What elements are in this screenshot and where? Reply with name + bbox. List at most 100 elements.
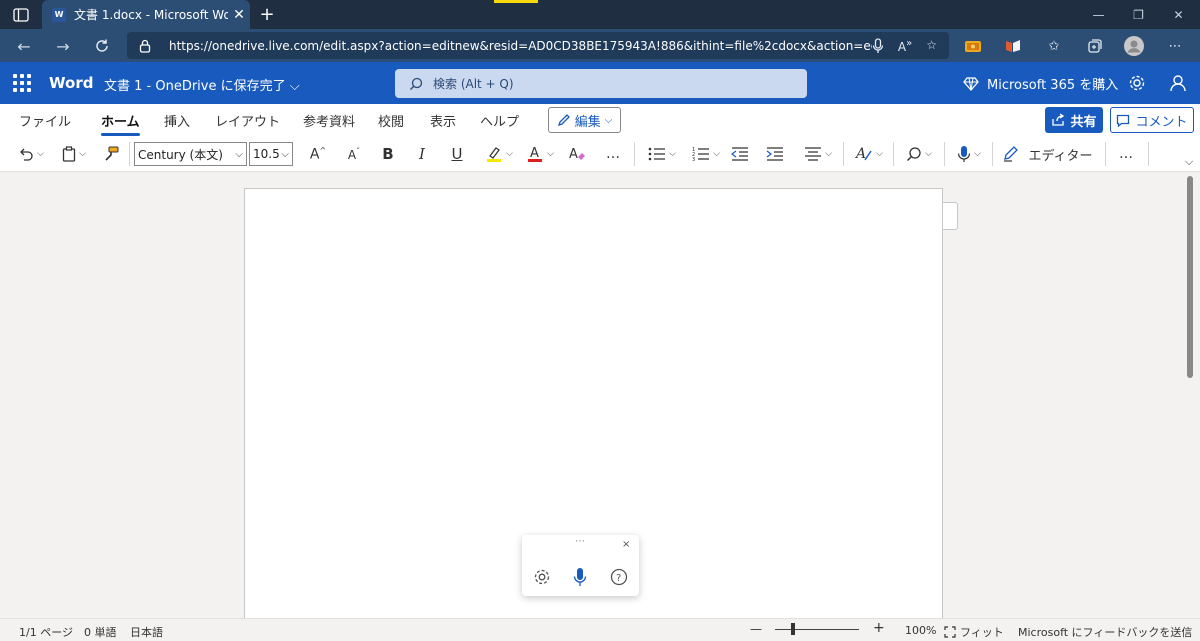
minimize-icon[interactable]: —	[1076, 0, 1121, 29]
tab-view[interactable]: 表示	[430, 111, 456, 130]
tab-layout[interactable]: レイアウト	[215, 111, 280, 130]
dictation-settings-icon[interactable]	[531, 566, 553, 588]
new-tab-icon[interactable]: +	[256, 3, 278, 25]
wallet-icon[interactable]	[962, 35, 984, 57]
zoom-slider-thumb[interactable]	[791, 623, 796, 635]
zoom-level[interactable]: 100%	[905, 624, 936, 637]
align-center-icon	[804, 147, 822, 161]
search-input[interactable]: 検索 (Alt + Q)	[395, 69, 807, 98]
favorites-icon[interactable]: ✩	[1043, 35, 1065, 57]
bullets-button[interactable]: ⌵	[645, 142, 679, 166]
word-header: Word 文書 1 - OneDrive に保存完了 ⌵ 検索 (Alt + Q…	[0, 62, 1200, 104]
fit-button[interactable]: フィット	[944, 624, 1004, 640]
editing-mode-button[interactable]: 編集 ⌵	[548, 107, 621, 133]
restore-icon[interactable]: ❐	[1116, 0, 1161, 29]
url-text: https://onedrive.live.com/edit.aspx?acti…	[169, 38, 872, 53]
tab-home[interactable]: ホーム	[101, 111, 140, 136]
format-painter-button[interactable]	[100, 142, 122, 166]
tab-insert[interactable]: 挿入	[164, 111, 190, 130]
document-title[interactable]: 文書 1 - OneDrive に保存完了 ⌵	[104, 75, 300, 94]
close-icon[interactable]: ×	[622, 539, 630, 550]
url-input[interactable]: https://onedrive.live.com/edit.aspx?acti…	[127, 32, 949, 59]
tab-close-icon[interactable]: ✕	[228, 4, 250, 26]
separator	[1105, 142, 1106, 166]
drag-handle-icon[interactable]: ⋯	[575, 536, 585, 547]
window-close-icon[interactable]: ✕	[1156, 0, 1200, 29]
underline-button[interactable]: U	[446, 142, 468, 166]
highlight-color-button[interactable]: ⌵	[481, 142, 517, 166]
font-color-button[interactable]: A ⌵	[522, 142, 558, 166]
separator	[944, 142, 945, 166]
italic-button[interactable]: I	[411, 142, 433, 166]
forward-icon[interactable]: →	[50, 33, 76, 59]
vertical-scrollbar[interactable]	[1187, 176, 1193, 378]
buy-label: Microsoft 365 を購入	[987, 78, 1119, 93]
account-icon[interactable]	[1167, 72, 1189, 94]
paste-button[interactable]: ⌵	[58, 142, 90, 166]
styles-button[interactable]: A ⌵	[852, 142, 886, 166]
app-name[interactable]: Word	[49, 74, 93, 92]
collections-icon[interactable]	[1084, 35, 1106, 57]
numbering-button[interactable]: 123 ⌵	[689, 142, 723, 166]
extension-icon[interactable]	[1002, 35, 1024, 57]
editor-pen-icon	[1002, 146, 1020, 162]
ribbon-toolbar: ⌵ ⌵ Century (本文) ⌵ 10.5 ⌵ A^ Aˇ B I U ⌵ …	[0, 136, 1200, 172]
find-button[interactable]: ⌵	[902, 142, 936, 166]
profile-icon[interactable]	[1123, 35, 1145, 57]
separator	[129, 142, 130, 166]
decrease-indent-button[interactable]	[729, 142, 751, 166]
svg-text:A: A	[530, 146, 539, 161]
ribbon-expand-icon[interactable]: ⌵	[1180, 150, 1198, 174]
editing-mode-label: 編集	[574, 114, 601, 130]
tab-help[interactable]: ヘルプ	[480, 111, 519, 130]
increase-indent-button[interactable]	[764, 142, 786, 166]
tab-references[interactable]: 参考資料	[303, 111, 355, 130]
address-bar-row: ← → https://onedrive.live.com/edit.aspx?…	[0, 29, 1200, 62]
styles-icon: A	[855, 145, 873, 163]
comment-label: コメント	[1135, 114, 1188, 130]
settings-icon[interactable]	[1126, 72, 1148, 94]
tab-title: 文書 1.docx - Microsoft Word Online	[74, 8, 228, 22]
separator	[843, 142, 844, 166]
font-name-select[interactable]: Century (本文) ⌵	[134, 142, 247, 166]
tab-file[interactable]: ファイル	[19, 111, 71, 130]
add-favorite-icon[interactable]: ☆	[926, 38, 937, 54]
clear-formatting-button[interactable]: A	[566, 142, 588, 166]
back-icon[interactable]: ←	[11, 33, 37, 59]
grow-font-button[interactable]: A^	[305, 142, 331, 166]
more-font-options-button[interactable]: …	[601, 142, 625, 166]
buy-microsoft-365-button[interactable]: Microsoft 365 を購入	[963, 74, 1118, 93]
browser-tab[interactable]: W 文書 1.docx - Microsoft Word Online ✕	[42, 0, 250, 29]
alignment-button[interactable]: ⌵	[800, 142, 836, 166]
chevron-down-icon: ⌵	[506, 149, 513, 159]
editor-button[interactable]: エディター	[1000, 142, 1095, 166]
highlighter-icon	[485, 145, 503, 163]
shrink-font-button[interactable]: Aˇ	[342, 142, 366, 166]
sidebar-icon[interactable]	[8, 3, 34, 27]
dictate-button[interactable]: ⌵	[953, 142, 985, 166]
comment-button[interactable]: コメント	[1110, 107, 1194, 133]
share-button[interactable]: 共有	[1045, 107, 1103, 133]
more-icon[interactable]: ⋯	[1164, 35, 1186, 57]
language-indicator[interactable]: 日本語	[130, 624, 163, 640]
zoom-out-button[interactable]: —	[750, 622, 762, 636]
mic-icon[interactable]	[872, 37, 884, 54]
help-icon[interactable]: ?	[608, 566, 630, 588]
app-launcher-icon[interactable]	[8, 70, 34, 96]
undo-button[interactable]: ⌵	[14, 142, 48, 166]
chevron-down-icon: ⌵	[604, 114, 613, 126]
word-count[interactable]: 0 単語	[84, 624, 117, 640]
refresh-icon[interactable]	[89, 33, 115, 59]
tab-review[interactable]: 校閲	[378, 111, 404, 130]
more-options-button[interactable]: …	[1114, 142, 1138, 166]
page-side-tab[interactable]	[943, 202, 958, 230]
feedback-link[interactable]: Microsoft にフィードバックを送信	[1018, 624, 1192, 640]
read-aloud-icon[interactable]: A»	[898, 38, 912, 54]
pencil-icon	[557, 113, 571, 127]
font-size-select[interactable]: 10.5 ⌵	[249, 142, 293, 166]
zoom-slider-track[interactable]	[775, 629, 859, 630]
grow-font-icon: A^	[309, 145, 327, 163]
zoom-in-button[interactable]: +	[873, 620, 885, 636]
bold-button[interactable]: B	[377, 142, 399, 166]
dictation-microphone-icon[interactable]	[569, 566, 591, 588]
